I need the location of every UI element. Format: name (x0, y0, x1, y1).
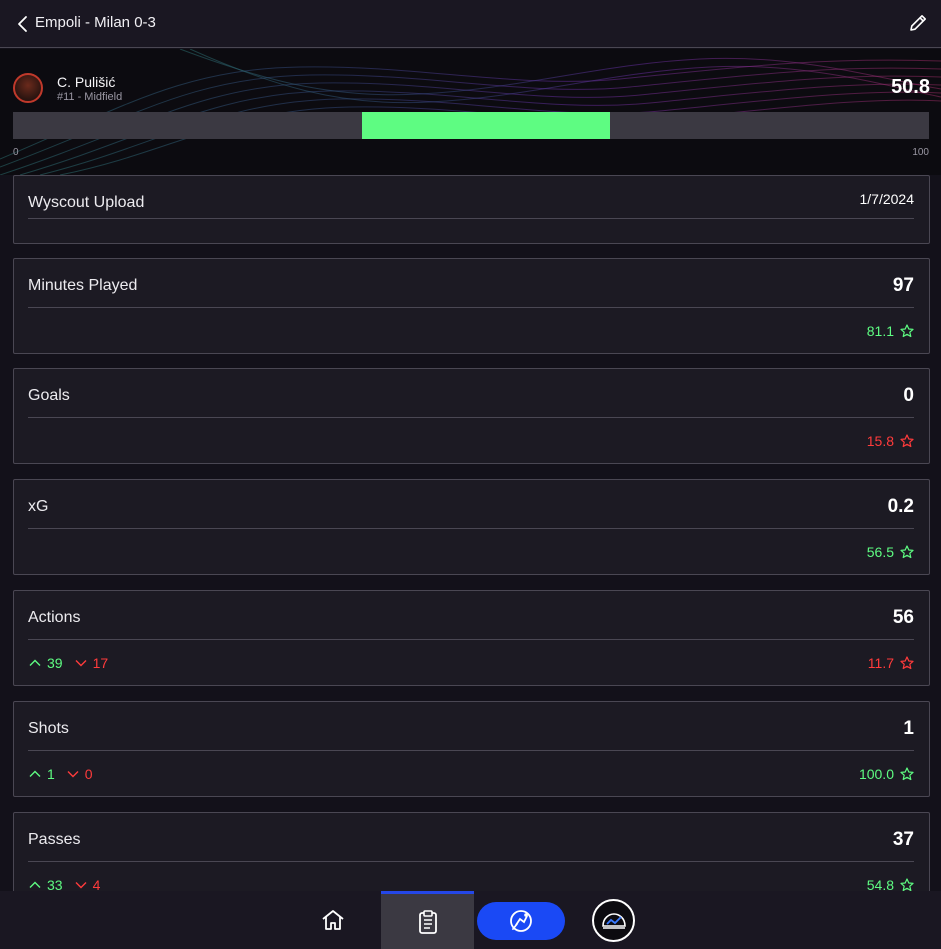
rating-bar-fill (362, 112, 610, 139)
stat-card-actions[interactable]: Actions 56 39 17 11.7 (13, 590, 930, 686)
upload-date: 1/7/2024 (859, 191, 915, 207)
stat-value: 0.2 (887, 496, 914, 517)
top-bar: Empoli - Milan 0-3 (0, 0, 941, 48)
stat-rating-value: 11.7 (867, 655, 894, 671)
divider (28, 528, 914, 529)
player-score: 50.8 (891, 76, 930, 98)
back-icon[interactable] (14, 14, 34, 34)
trend-down: 0 (67, 766, 93, 782)
stat-label: Passes (28, 831, 81, 848)
stat-value: 37 (892, 829, 914, 850)
divider (28, 639, 914, 640)
divider (28, 750, 914, 751)
clipboard-icon (418, 909, 437, 934)
divider (28, 417, 914, 418)
stat-label: Actions (28, 609, 81, 626)
divider (28, 218, 914, 219)
chevron-down-icon (75, 660, 87, 667)
player-banner: C. Pulišić #11 - Midfield 50.8 0 100 (0, 49, 941, 175)
stat-label: Minutes Played (28, 277, 138, 294)
nav-home[interactable] (311, 891, 355, 949)
stat-rating: 11.7 (868, 655, 914, 671)
trend-down-value: 17 (92, 655, 109, 671)
stat-label: Goals (28, 387, 70, 404)
player-name: C. Pulišić (57, 74, 116, 90)
chevron-up-icon (29, 881, 41, 888)
bottom-nav (0, 891, 941, 949)
trend-down: 17 (75, 655, 109, 671)
home-icon (322, 910, 344, 930)
stat-rating-value: 100.0 (858, 766, 894, 782)
star-icon (900, 878, 914, 892)
nav-report[interactable] (381, 891, 474, 949)
star-icon (900, 545, 914, 559)
chevron-up-icon (29, 659, 41, 666)
star-icon (900, 324, 914, 338)
chevron-down-icon (67, 771, 79, 778)
stat-trend: 39 17 (29, 655, 108, 671)
player-number-position: #11 - Midfield (57, 91, 123, 103)
star-icon (900, 434, 914, 448)
stat-rating: 81.1 (867, 323, 914, 339)
stat-rating-value: 15.8 (866, 433, 894, 449)
divider (28, 861, 914, 862)
stat-rating-value: 81.1 (866, 323, 894, 339)
stat-trend: 1 0 (29, 766, 93, 782)
trend-up: 39 (29, 655, 63, 671)
trend-up-value: 39 (47, 655, 63, 671)
chevron-up-icon (29, 770, 41, 777)
star-icon (900, 656, 914, 670)
stat-rating: 56.5 (867, 544, 914, 560)
stat-card-shots[interactable]: Shots 1 1 0 100.0 (13, 701, 930, 797)
stat-label: xG (28, 498, 49, 515)
trend-down-value: 0 (84, 766, 93, 782)
stat-card-goals[interactable]: Goals 0 15.8 (13, 368, 930, 464)
trend-up-value: 1 (47, 766, 55, 782)
stat-rating-value: 56.5 (866, 544, 894, 560)
upload-label: Wyscout Upload (28, 194, 145, 211)
upload-card[interactable]: Wyscout Upload 1/7/2024 (13, 175, 930, 244)
stat-value: 1 (903, 718, 914, 739)
player-avatar (13, 73, 43, 103)
scale-min-label: 0 (13, 147, 19, 158)
stat-card-minutes-played[interactable]: Minutes Played 97 81.1 (13, 258, 930, 354)
nav-club[interactable] (592, 899, 635, 942)
stat-value: 56 (892, 607, 914, 628)
chevron-down-icon (75, 882, 87, 889)
nav-training[interactable] (477, 902, 565, 940)
stat-value: 0 (903, 385, 914, 406)
stat-card-xg[interactable]: xG 0.2 56.5 (13, 479, 930, 575)
divider (28, 307, 914, 308)
rating-bar-track (13, 112, 929, 139)
stat-label: Shots (28, 720, 69, 737)
stat-rating: 100.0 (859, 766, 914, 782)
trend-up: 1 (29, 766, 55, 782)
stat-rating: 15.8 (867, 433, 914, 449)
edit-pencil-icon[interactable] (907, 12, 929, 34)
scale-max-label: 100 (912, 147, 929, 158)
training-icon (510, 910, 532, 932)
star-icon (900, 767, 914, 781)
page-title: Empoli - Milan 0-3 (35, 14, 156, 31)
club-logo (601, 912, 626, 929)
stat-value: 97 (892, 275, 914, 296)
